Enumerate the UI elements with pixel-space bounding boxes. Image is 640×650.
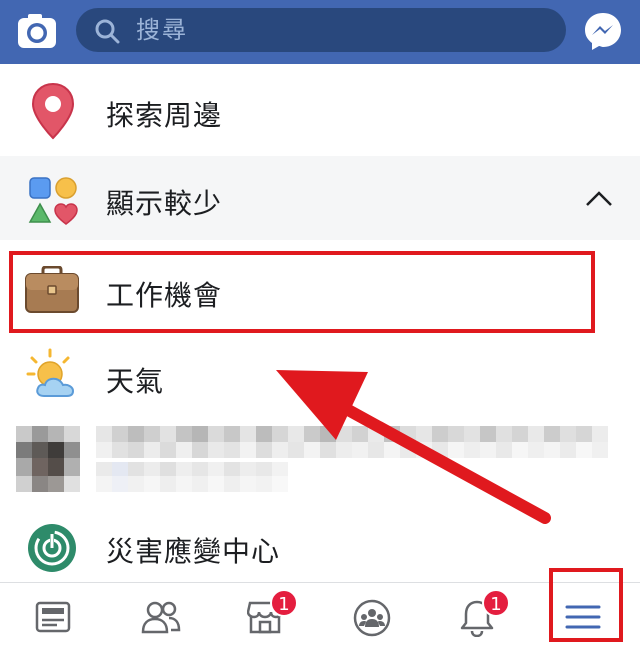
tab-marketplace[interactable]: 1: [212, 589, 318, 645]
chevron-up-icon[interactable]: [584, 188, 614, 208]
weather-icon: [26, 348, 75, 397]
news-feed-icon: [35, 601, 71, 633]
messenger-icon[interactable]: [582, 10, 624, 52]
marketplace-badge: 1: [270, 589, 298, 617]
camera-icon[interactable]: [16, 10, 58, 52]
tab-groups[interactable]: [318, 589, 424, 645]
blurred-avatar: [16, 426, 80, 492]
crisis-response-icon: [28, 524, 76, 572]
search-bar[interactable]: 搜尋: [76, 8, 566, 52]
shapes-icon: [28, 177, 78, 225]
tab-notifications[interactable]: 1: [424, 589, 530, 645]
menu-label-weather: 天氣: [106, 365, 165, 398]
menu-item-show-less[interactable]: 顯示較少: [0, 156, 640, 240]
menu-item-explore-nearby[interactable]: 探索周邊: [0, 66, 640, 154]
groups-icon: [353, 599, 391, 637]
highlight-box-jobs: [9, 251, 595, 333]
bottom-tab-bar: 1 1: [0, 582, 640, 650]
notifications-badge: 1: [482, 589, 510, 617]
search-placeholder: 搜尋: [136, 16, 188, 44]
menu-label-show-less: 顯示較少: [106, 187, 223, 220]
map-pin-icon: [31, 82, 75, 140]
tab-friends[interactable]: [106, 589, 212, 645]
menu-label-explore-nearby: 探索周邊: [106, 99, 223, 132]
menu-label-crisis-response: 災害應變中心: [106, 535, 281, 568]
search-icon: [95, 19, 120, 44]
annotation-arrow: [276, 370, 551, 524]
highlight-box-menu-tab: [549, 568, 623, 642]
friends-icon: [141, 601, 181, 634]
top-bar: 搜尋: [0, 0, 640, 64]
tab-news-feed[interactable]: [0, 589, 106, 645]
